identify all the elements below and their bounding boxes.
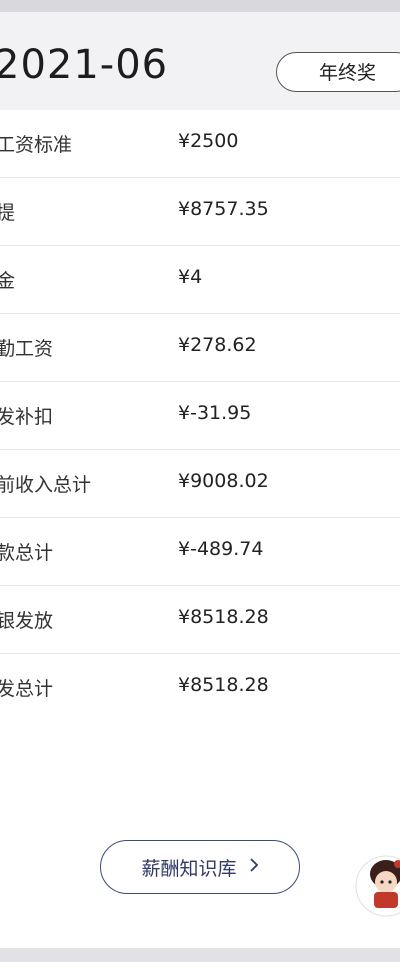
table-row: 发总计 ¥8518.28	[0, 654, 400, 722]
row-label: 前收入总计	[0, 474, 92, 496]
table-row: 提 ¥8757.35	[0, 178, 400, 246]
row-value: ¥-489.74	[178, 538, 264, 560]
table-row: 发补扣 ¥-31.95	[0, 382, 400, 450]
assistant-avatar-icon[interactable]	[354, 852, 400, 922]
footer-area	[0, 722, 400, 948]
row-value: ¥-31.95	[178, 402, 252, 424]
row-value: ¥8518.28	[178, 674, 269, 696]
bottom-strip	[0, 948, 400, 962]
knowledge-button-label: 薪酬知识库	[141, 857, 237, 880]
row-value: ¥9008.02	[178, 470, 269, 492]
row-label: 工资标准	[0, 134, 73, 156]
top-strip	[0, 0, 400, 12]
row-value: ¥2500	[178, 130, 239, 152]
salary-knowledge-base-button[interactable]: 薪酬知识库	[100, 840, 300, 894]
row-label: 发补扣	[0, 406, 54, 428]
row-value: ¥4	[178, 266, 203, 288]
pay-period[interactable]: 2021-06	[0, 42, 184, 88]
row-label: 勤工资	[0, 338, 54, 360]
row-value: ¥8757.35	[178, 198, 269, 220]
row-label: 金	[0, 270, 16, 292]
row-label: 提	[0, 202, 16, 224]
row-label: 款总计	[0, 542, 54, 564]
table-row: 勤工资 ¥278.62	[0, 314, 400, 382]
table-row: 工资标准 ¥2500	[0, 110, 400, 178]
row-label: 发总计	[0, 678, 54, 700]
table-row: 金 ¥4	[0, 246, 400, 314]
header: 2021-06 年终奖	[0, 12, 400, 110]
row-value: ¥8518.28	[178, 606, 269, 628]
row-label: 银发放	[0, 610, 54, 632]
year-end-bonus-button[interactable]: 年终奖	[276, 52, 400, 92]
row-value: ¥278.62	[178, 334, 257, 356]
table-row: 款总计 ¥-489.74	[0, 518, 400, 586]
salary-table: 工资标准 ¥2500 提 ¥8757.35 金 ¥4 勤工资 ¥278.62 发…	[0, 110, 400, 722]
chevron-right-icon	[249, 857, 259, 878]
table-row: 前收入总计 ¥9008.02	[0, 450, 400, 518]
table-row: 银发放 ¥8518.28	[0, 586, 400, 654]
